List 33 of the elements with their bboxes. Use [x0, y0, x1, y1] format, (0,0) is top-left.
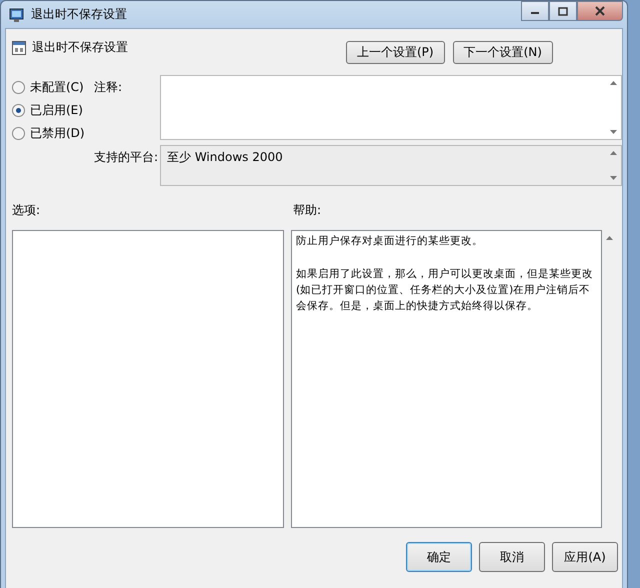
close-icon: [595, 6, 605, 16]
dialog-button[interactable]: 确定: [406, 542, 472, 572]
radio-button[interactable]: [12, 81, 25, 94]
scroll-down-icon[interactable]: [610, 130, 616, 134]
help-text: 防止用户保存对桌面进行的某些更改。: [296, 234, 484, 249]
scroll-up-icon[interactable]: [610, 151, 616, 155]
platform-value: 至少 Windows 2000: [167, 149, 283, 166]
dialog-button[interactable]: 取消: [479, 542, 545, 572]
nav-button[interactable]: 下一个设置(N): [452, 41, 553, 64]
minimize-button[interactable]: [521, 1, 549, 21]
radio-label[interactable]: 未配置(C): [30, 79, 84, 96]
window-title: 退出时不保存设置: [31, 6, 127, 23]
setting-icon: [12, 40, 26, 54]
scroll-up-icon[interactable]: [606, 236, 612, 240]
scroll-up-icon[interactable]: [610, 81, 616, 85]
comment-field[interactable]: [160, 75, 622, 140]
maximize-button[interactable]: [549, 1, 577, 21]
help-text: 如果启用了此设置，那么，用户可以更改桌面，但是某些更改(如已打开窗口的位置、任务栏的大小及位置)在用户注销后不会保存。但是，桌面上的快捷方式始终得以保存。: [296, 267, 594, 314]
comment-label: 注释:: [94, 79, 124, 96]
options-label: 选项:: [12, 202, 42, 218]
radio-button[interactable]: [12, 104, 25, 117]
policy-icon: [9, 6, 25, 22]
dialog-button[interactable]: 应用(A): [552, 542, 618, 572]
nav-button[interactable]: 上一个设置(P): [346, 41, 445, 64]
setting-title: 退出时不保存设置: [32, 39, 128, 56]
radio-button[interactable]: [12, 127, 25, 140]
scroll-down-icon[interactable]: [610, 176, 616, 180]
close-button[interactable]: [577, 1, 623, 21]
maximize-icon: [558, 6, 568, 16]
platform-label: 支持的平台:: [94, 149, 160, 166]
radio-label[interactable]: 已启用(E): [30, 102, 83, 119]
help-label: 帮助:: [293, 202, 322, 218]
radio-label[interactable]: 已禁用(D): [30, 125, 85, 142]
